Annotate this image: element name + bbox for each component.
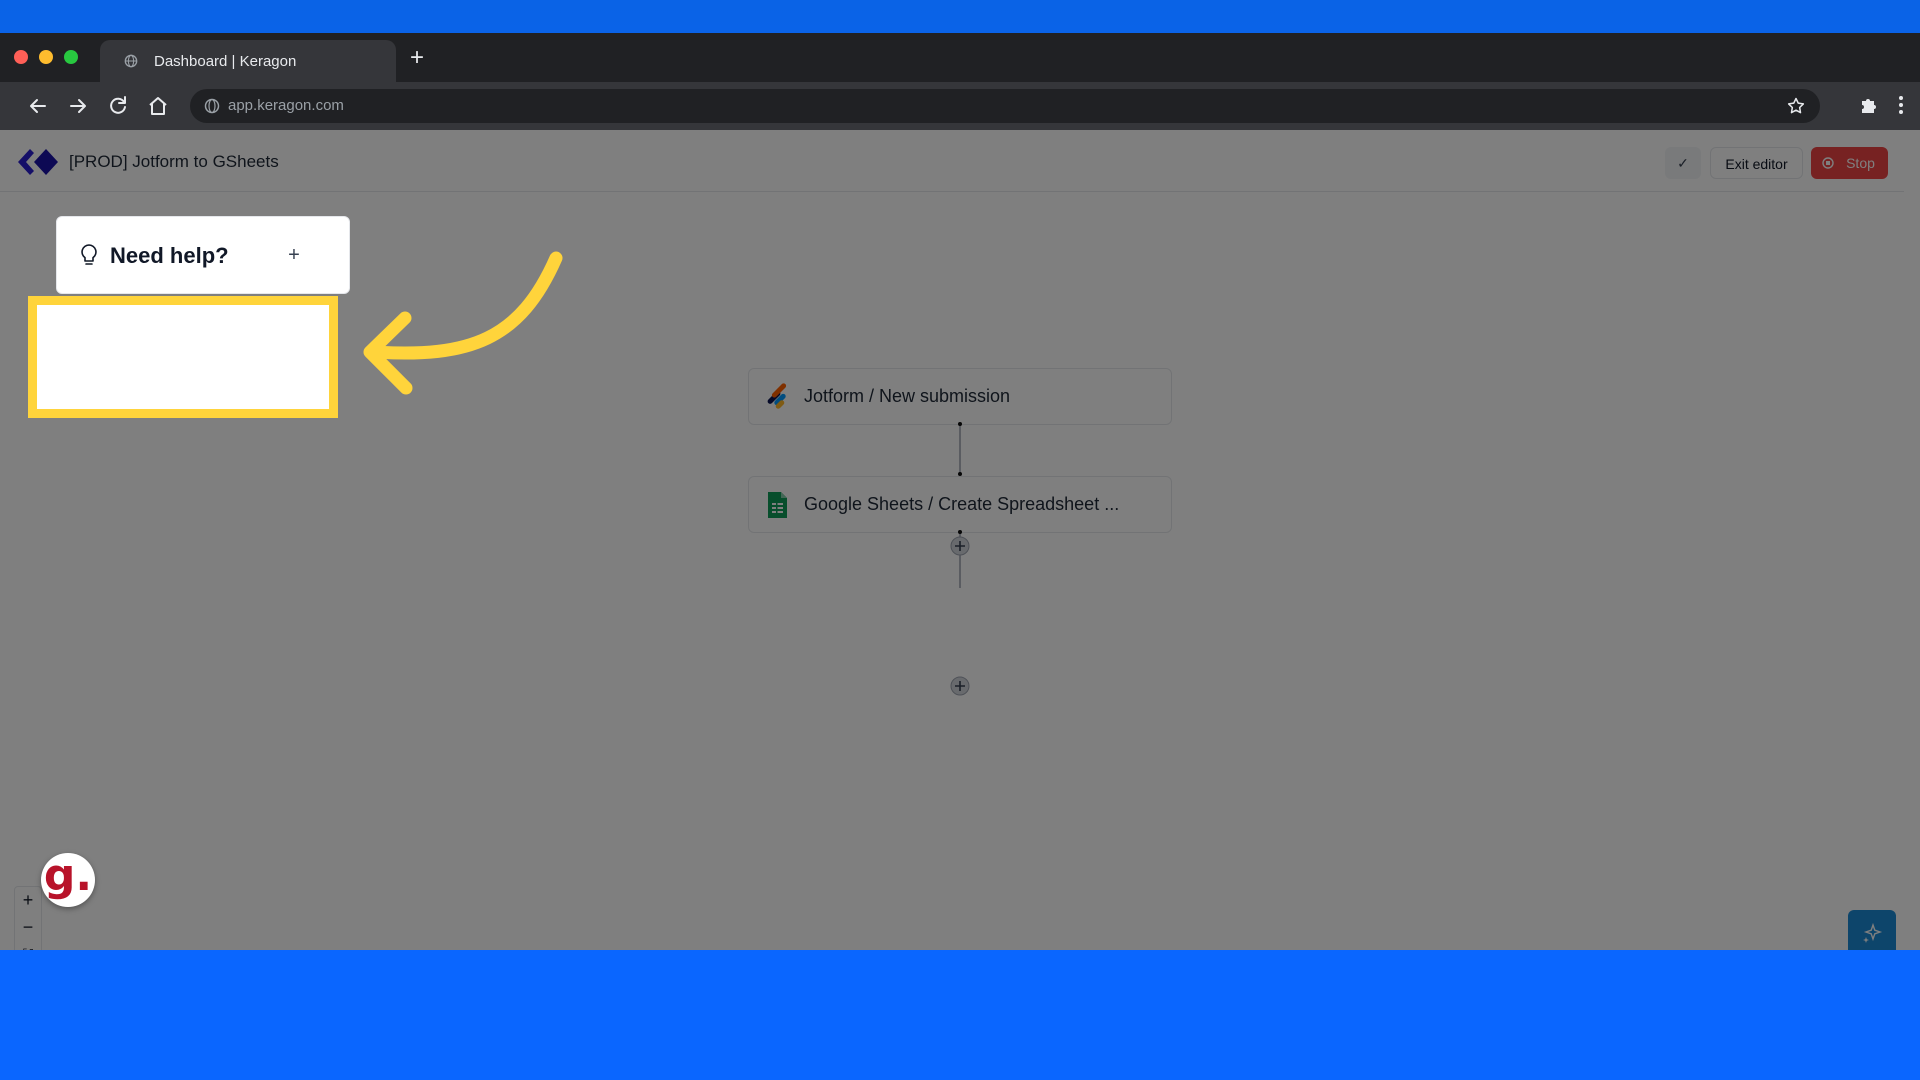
new-tab-button[interactable]: + bbox=[404, 45, 430, 71]
url-text: app.keragon.com bbox=[228, 97, 344, 114]
lightbulb-icon bbox=[81, 244, 97, 265]
globe-icon bbox=[124, 54, 138, 68]
reload-icon[interactable] bbox=[106, 94, 130, 118]
need-help-title: Need help? bbox=[110, 243, 229, 268]
browser-toolbar: app.keragon.com bbox=[0, 82, 1920, 130]
bookmark-star-icon[interactable] bbox=[1786, 96, 1806, 116]
site-info-icon[interactable] bbox=[204, 98, 220, 114]
browser-window: Dashboard | Keragon + app.keragon.com bbox=[0, 33, 1920, 950]
address-bar[interactable]: app.keragon.com bbox=[190, 89, 1820, 123]
browser-menu-icon[interactable] bbox=[1892, 93, 1910, 117]
guide-avatar[interactable]: g. bbox=[41, 853, 95, 907]
extensions-puzzle-icon[interactable] bbox=[1858, 93, 1882, 117]
close-window-button[interactable] bbox=[14, 50, 28, 64]
highlight-frame bbox=[28, 296, 338, 418]
minimize-window-button[interactable] bbox=[39, 50, 53, 64]
tab-strip: Dashboard | Keragon + bbox=[0, 33, 1920, 82]
forward-arrow-icon[interactable] bbox=[66, 94, 90, 118]
back-arrow-icon[interactable] bbox=[26, 94, 50, 118]
tab-title: Dashboard | Keragon bbox=[154, 53, 297, 70]
expand-help-button[interactable]: + bbox=[279, 240, 309, 270]
need-help-panel[interactable]: Need help? + bbox=[56, 216, 350, 294]
tab-dashboard[interactable]: Dashboard | Keragon bbox=[100, 40, 396, 82]
home-icon[interactable] bbox=[146, 94, 170, 118]
maximize-window-button[interactable] bbox=[64, 50, 78, 64]
